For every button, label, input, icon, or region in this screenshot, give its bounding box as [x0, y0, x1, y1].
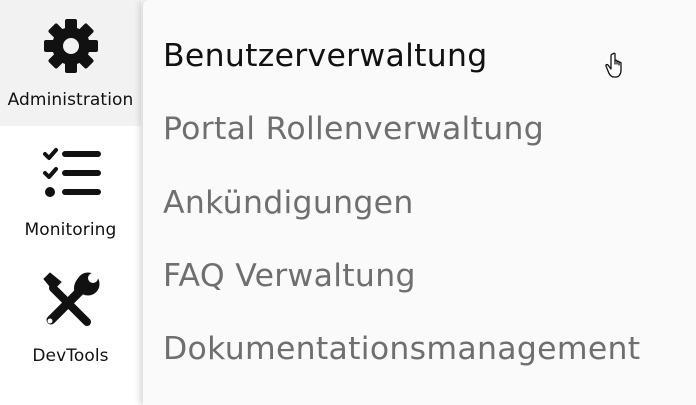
sidebar-item-label: DevTools — [32, 346, 109, 366]
tools-icon — [41, 270, 101, 330]
sidebar: Administration Monitoring DevTools — [0, 0, 141, 405]
app-window: Administration Monitoring DevTools Benut… — [0, 0, 696, 405]
menu-item-benutzerverwaltung[interactable]: Benutzerverwaltung — [163, 36, 488, 76]
sidebar-item-administration[interactable]: Administration — [0, 0, 141, 126]
sidebar-item-label: Administration — [7, 90, 134, 110]
sidebar-item-label: Monitoring — [24, 220, 117, 240]
hand-pointer-cursor-icon — [605, 52, 629, 80]
gear-icon — [41, 16, 101, 76]
menu-item-faq-verwaltung[interactable]: FAQ Verwaltung — [163, 256, 416, 296]
sidebar-item-devtools[interactable]: DevTools — [0, 266, 141, 376]
sidebar-item-monitoring[interactable]: Monitoring — [0, 140, 141, 250]
menu-item-portal-rollenverwaltung[interactable]: Portal Rollenverwaltung — [163, 109, 544, 149]
menu-item-ankuendigungen[interactable]: Ankündigungen — [163, 183, 414, 223]
checklist-icon — [41, 144, 101, 204]
menu-item-dokumentationsmanagement[interactable]: Dokumentationsmanagement — [163, 329, 640, 369]
